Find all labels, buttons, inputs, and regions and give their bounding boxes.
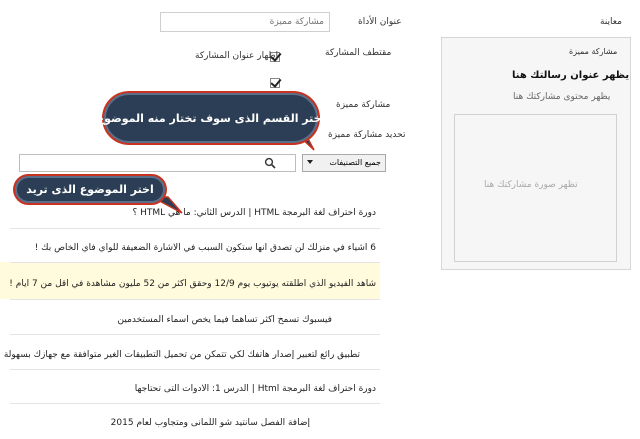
post-list-item[interactable]: تطبيق رائع لتعبير إصدار هاتفك لكي تتمكن …: [0, 350, 380, 360]
preview-heading: معاينة: [600, 17, 622, 27]
post-list-item[interactable]: فيسبوك تسمح أكثر تساهماً فيما يخص أسماء …: [0, 315, 380, 325]
callout-choose-section-text: اختر القسم الذى سوف تختار منه الموضوع: [96, 111, 326, 125]
divider: [10, 262, 380, 263]
featured-post-label: مشاركة مميزة: [336, 100, 391, 110]
callout-choose-topic-text: اختر الموضوع الذى تريد: [26, 183, 154, 196]
post-list-item[interactable]: 6 أشياء في منزلك لن تصدق انها ستكون السب…: [0, 243, 380, 253]
divider: [10, 228, 380, 229]
post-list-item[interactable]: دورة احتراف لغة البرمجة Html | الدرس 1: …: [0, 384, 380, 394]
title-label: عنوان الأداة: [358, 17, 402, 27]
callout-choose-topic: اختر الموضوع الذى تريد: [15, 176, 165, 203]
preview-box-label: مشاركة مميزة: [569, 47, 618, 56]
divider: [10, 299, 380, 300]
chevron-down-icon: [307, 160, 313, 164]
options-label: مقتطف المشاركة: [325, 48, 392, 58]
preview-post-title: يظهر عنوان رسالتك هنا: [512, 70, 630, 81]
option-checkbox-2[interactable]: [270, 78, 280, 88]
divider: [10, 403, 380, 404]
search-icon: [264, 157, 276, 169]
search-input[interactable]: [19, 154, 296, 172]
callout-choose-section: اختر القسم الذى سوف تختار منه الموضوع: [97, 93, 325, 143]
preview-image-text: تظهر صورة مشاركتك هنا: [484, 180, 578, 190]
divider: [10, 334, 380, 335]
post-list-item[interactable]: إضافة الفصل سانتيد شو اللمانى ومتجاوب لع…: [0, 418, 380, 428]
preview-post-content: يظهر محتوى مشاركتك هنا: [513, 92, 611, 102]
select-post-label: تحديد مشاركة مميزة: [328, 130, 406, 140]
show-title-label: إظهار عنوان المشاركة: [195, 51, 279, 61]
title-input[interactable]: [160, 12, 330, 32]
post-list-item[interactable]: دورة احتراف لغة البرمجة HTML | الدرس الث…: [0, 208, 380, 218]
divider: [10, 369, 380, 370]
post-list-item[interactable]: شاهد الفيديو الذي أطلقته يوتيوب يوم 12/9…: [0, 279, 380, 289]
